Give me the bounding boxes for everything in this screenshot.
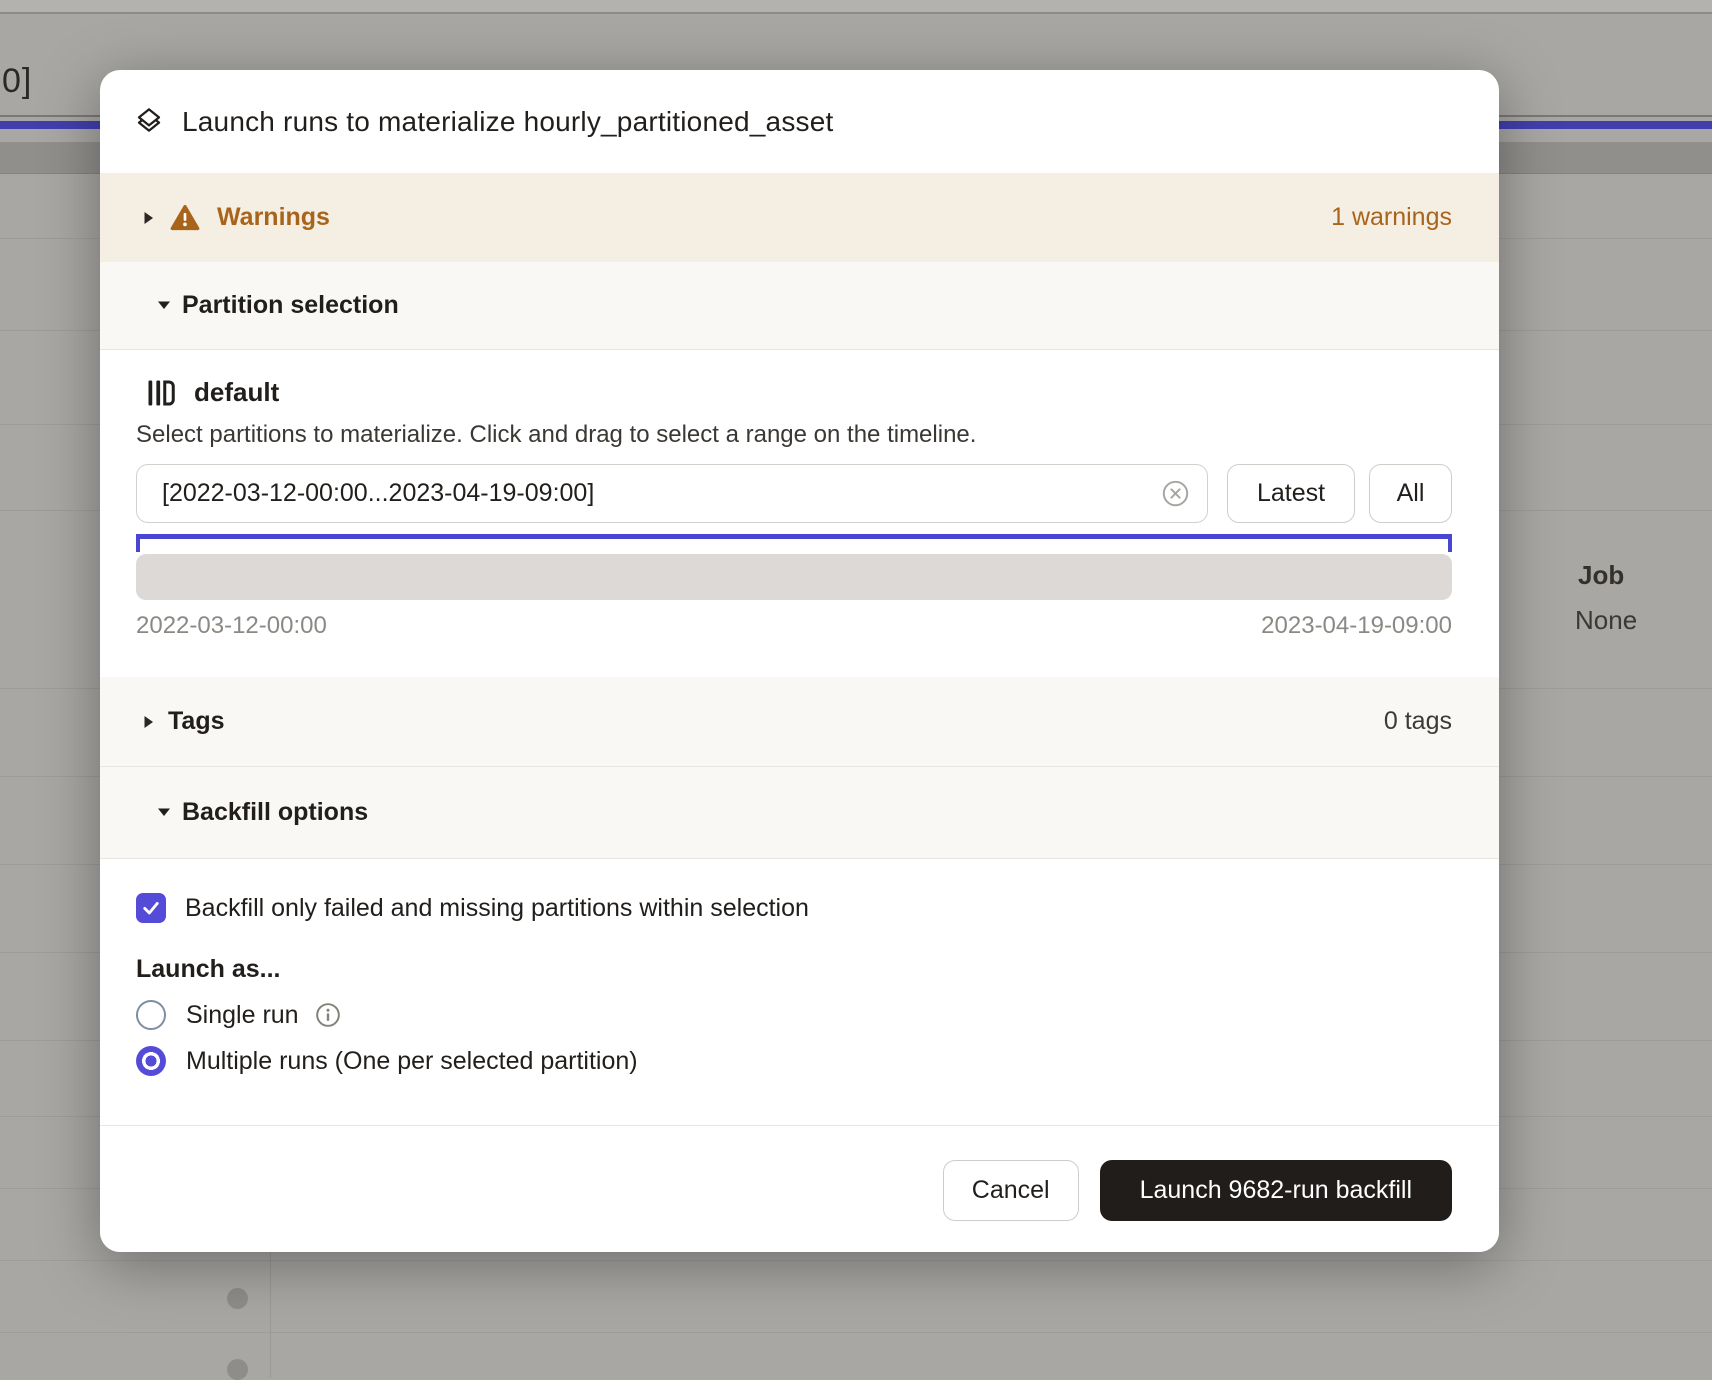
timeline-end-label: 2023-04-19-09:00: [1261, 612, 1452, 640]
partition-range-row: Latest All: [136, 464, 1452, 523]
chevron-down-icon: [157, 808, 171, 817]
backfill-options-body: Backfill only failed and missing partiti…: [100, 859, 1499, 1125]
background-partial-input-text: 0]: [2, 62, 32, 101]
checkbox-checked-icon[interactable]: [136, 893, 166, 923]
tags-section-toggle[interactable]: Tags 0 tags: [100, 677, 1499, 767]
partition-timeline[interactable]: [136, 554, 1452, 600]
multiple-runs-label: Multiple runs (One per selected partitio…: [186, 1047, 638, 1076]
warnings-section-toggle[interactable]: Warnings 1 warnings: [100, 173, 1499, 262]
background-job-column-header: Job: [1578, 560, 1624, 591]
launch-as-label: Launch as...: [136, 955, 1452, 984]
background-toolbar: [0, 0, 1712, 14]
partition-dimension-name: default: [194, 377, 279, 408]
partition-dimension-row: default: [136, 350, 1452, 408]
background-job-column-value: None: [1575, 605, 1637, 636]
clear-selection-button[interactable]: [1161, 479, 1190, 508]
cancel-button[interactable]: Cancel: [943, 1160, 1079, 1221]
dialog-title: Launch runs to materialize hourly_partit…: [182, 106, 833, 138]
warnings-count-badge: 1 warnings: [1331, 203, 1452, 232]
partition-selection-range-indicator: [136, 534, 1452, 539]
range-end-tick: [1448, 539, 1452, 552]
timeline-date-labels: 2022-03-12-00:00 2023-04-19-09:00: [136, 612, 1452, 640]
multiple-runs-radio[interactable]: Multiple runs (One per selected partitio…: [136, 1046, 1452, 1076]
timeline-start-label: 2022-03-12-00:00: [136, 612, 327, 640]
radio-selected-icon[interactable]: [136, 1046, 166, 1076]
background-table-row-line: [0, 1332, 1712, 1333]
single-run-label: Single run: [186, 1001, 299, 1030]
spacer: [327, 612, 1261, 640]
chevron-right-icon: [144, 211, 154, 225]
checkbox-label: Backfill only failed and missing partiti…: [185, 894, 809, 923]
tags-count-badge: 0 tags: [1384, 707, 1452, 736]
partition-help-text: Select partitions to materialize. Click …: [136, 421, 1452, 449]
chevron-down-icon: [157, 301, 171, 310]
launch-backfill-button[interactable]: Launch 9682-run backfill: [1100, 1160, 1452, 1221]
backfill-only-failed-checkbox[interactable]: Backfill only failed and missing partiti…: [136, 859, 1452, 923]
warnings-label: Warnings: [217, 203, 330, 232]
partition-set-icon: [146, 378, 176, 408]
background-table-row-line: [0, 1260, 1712, 1261]
partition-range-input-wrap: [136, 464, 1208, 523]
single-run-radio[interactable]: Single run: [136, 1000, 1452, 1030]
partition-selection-header: Partition selection: [182, 291, 399, 320]
info-icon[interactable]: [315, 1002, 341, 1028]
latest-button[interactable]: Latest: [1227, 464, 1355, 523]
backfill-options-header: Backfill options: [182, 798, 368, 827]
backfill-options-toggle[interactable]: Backfill options: [100, 767, 1499, 859]
dialog-footer: Cancel Launch 9682-run backfill: [100, 1125, 1499, 1252]
partition-selection-toggle[interactable]: Partition selection: [100, 262, 1499, 350]
partition-selection-body: default Select partitions to materialize…: [100, 350, 1499, 677]
dialog-header: Launch runs to materialize hourly_partit…: [100, 70, 1499, 173]
background-status-dot: [227, 1359, 248, 1380]
tags-header: Tags: [168, 707, 225, 736]
warning-icon: [170, 204, 200, 231]
partition-range-input[interactable]: [136, 464, 1208, 523]
radio-unselected-icon[interactable]: [136, 1000, 166, 1030]
chevron-right-icon: [144, 715, 154, 729]
launch-runs-dialog: Launch runs to materialize hourly_partit…: [100, 70, 1499, 1252]
background-status-dot: [227, 1288, 248, 1309]
all-button[interactable]: All: [1369, 464, 1452, 523]
materialize-layers-icon: [133, 106, 165, 138]
range-start-tick: [136, 539, 140, 552]
